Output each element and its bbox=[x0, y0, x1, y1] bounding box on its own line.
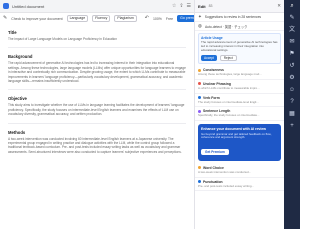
category-label: Verb Form bbox=[203, 95, 220, 100]
app-logo bbox=[3, 3, 9, 9]
suggestion-text: The rapid advancement of generative AI t… bbox=[201, 40, 278, 52]
category-item[interactable]: Unclear Phrasing to which LLMs contribut… bbox=[195, 80, 284, 94]
divider bbox=[8, 122, 186, 124]
doc-section-background: Background The rapid advancement of gene… bbox=[8, 54, 186, 83]
language-line: Auto-detect · 英語 · チェック bbox=[204, 24, 248, 29]
section-heading: Background bbox=[8, 54, 33, 60]
editor-toolbar: ✎ Check to improve your document Languag… bbox=[0, 13, 203, 24]
check-label: Check to improve your document bbox=[11, 16, 63, 21]
active-suggestion-card[interactable]: Article Usage The rapid advancement of g… bbox=[198, 33, 281, 65]
category-desc: A two-week intervention was conducted... bbox=[198, 169, 252, 174]
promo-text: Go beyond grammar and get tailored feedb… bbox=[201, 131, 272, 140]
translate-icon[interactable]: 文 bbox=[289, 27, 295, 33]
plagiarism-select[interactable]: Plagiarism bbox=[114, 15, 137, 22]
star-icon[interactable]: ☆ bbox=[172, 3, 176, 9]
lightbulb-icon: ✦ bbox=[198, 13, 202, 19]
edit-icon[interactable]: ✎ bbox=[289, 15, 294, 21]
category-item[interactable]: Word Choice A two-week intervention was … bbox=[195, 164, 284, 178]
document-body[interactable]: Title The impact of Large Language Model… bbox=[0, 24, 194, 229]
settings-icon[interactable]: ⚙ bbox=[289, 75, 294, 81]
bookmark-icon[interactable]: ⚑ bbox=[289, 51, 294, 57]
menu-icon[interactable]: ☰ bbox=[187, 3, 191, 9]
divider bbox=[8, 47, 186, 49]
section-heading: Objective bbox=[8, 96, 27, 102]
category-dot bbox=[198, 180, 201, 184]
globe-icon: ◍ bbox=[198, 22, 202, 28]
plus-icon[interactable]: + bbox=[290, 123, 294, 129]
close-icon[interactable]: ✕ bbox=[277, 3, 281, 9]
section-heading: Title bbox=[8, 30, 17, 35]
language-row[interactable]: ◍ Auto-detect · 英語 · チェック bbox=[195, 22, 284, 31]
accept-button[interactable]: Accept bbox=[201, 55, 217, 62]
document-title[interactable]: Untitled document bbox=[12, 4, 44, 9]
section-text[interactable]: The rapid advancement of generative AI t… bbox=[8, 61, 186, 83]
category-desc: to which LLMs contribute to measurable i… bbox=[198, 85, 260, 90]
section-text[interactable]: The impact of Large Language Models on L… bbox=[8, 37, 186, 41]
language-select[interactable]: Language bbox=[66, 15, 89, 22]
apps-icon[interactable]: ▦ bbox=[289, 111, 295, 117]
reject-button[interactable]: Reject bbox=[219, 55, 237, 62]
category-desc: The study focuses on intermediate-level … bbox=[198, 99, 259, 104]
history-icon[interactable]: ↺ bbox=[289, 63, 294, 69]
check-icon: ✎ bbox=[3, 15, 8, 21]
fluency-select[interactable]: Fluency bbox=[92, 15, 111, 22]
category-desc: Pre- and post-tests included essay writi… bbox=[198, 183, 254, 188]
app-top-bar: Untitled document ☆ ⇪ ☰ bbox=[0, 0, 194, 13]
category-dot bbox=[198, 96, 201, 100]
suggestion-actions: Accept Reject bbox=[201, 55, 278, 62]
category-item[interactable]: Punctuation Pre- and post-tests included… bbox=[195, 178, 284, 192]
section-text[interactable]: A two-week intervention was conducted in… bbox=[8, 137, 186, 155]
doc-section-methods: Methods A two-week intervention was cond… bbox=[8, 130, 186, 155]
section-heading: Methods bbox=[8, 129, 26, 135]
panel-header: Edit 83 ✕ bbox=[195, 0, 284, 13]
zoom-level[interactable]: 100% bbox=[153, 17, 162, 21]
panel-title: Edit bbox=[198, 3, 206, 9]
category-dot bbox=[198, 166, 201, 170]
category-desc: Specifically, the study focuses on inter… bbox=[198, 113, 260, 118]
category-desc: Among these technologies, large language… bbox=[198, 72, 262, 77]
share-icon[interactable]: ⇪ bbox=[179, 3, 183, 9]
review-panel: Edit 83 ✕ ✦ Suggestions to review in 28 … bbox=[194, 0, 284, 229]
category-item[interactable]: Sentence Length Specifically, the study … bbox=[195, 107, 284, 121]
category-item[interactable]: Conciseness Among these technologies, la… bbox=[195, 66, 284, 80]
promo-button[interactable]: Get Premium bbox=[201, 148, 229, 155]
section-text[interactable]: This study aims to investigate whether t… bbox=[8, 103, 186, 116]
user-icon[interactable]: ☺ bbox=[289, 87, 295, 93]
undo-icon[interactable]: ↶ bbox=[145, 16, 149, 21]
premium-promo-card: Enhance your document with AI review Go … bbox=[198, 123, 281, 161]
search-icon[interactable]: ⌕ bbox=[290, 3, 293, 9]
suggestion-count: Suggestions to review in 28 sentences bbox=[204, 15, 262, 19]
doc-section-title: Title The impact of Large Language Model… bbox=[8, 30, 186, 41]
side-icon-rail: ⌕ ✎ 文 ✉ ⚑ ↺ ⚙ ☺ ? ▦ + bbox=[284, 0, 300, 229]
divider bbox=[8, 89, 186, 91]
score-badge: 83 bbox=[208, 4, 213, 8]
doc-section-objective: Objective This study aims to investigate… bbox=[8, 96, 186, 116]
category-item[interactable]: Verb Form The study focuses on intermedi… bbox=[195, 94, 284, 108]
suggestion-count-row[interactable]: ✦ Suggestions to review in 28 sentences bbox=[195, 13, 284, 22]
category-label: Punctuation bbox=[203, 179, 223, 184]
help-icon[interactable]: ? bbox=[290, 99, 293, 105]
chat-icon[interactable]: ✉ bbox=[289, 39, 294, 45]
promo-title: Enhance your document with AI review bbox=[201, 126, 267, 131]
free-label: Free bbox=[165, 16, 174, 21]
